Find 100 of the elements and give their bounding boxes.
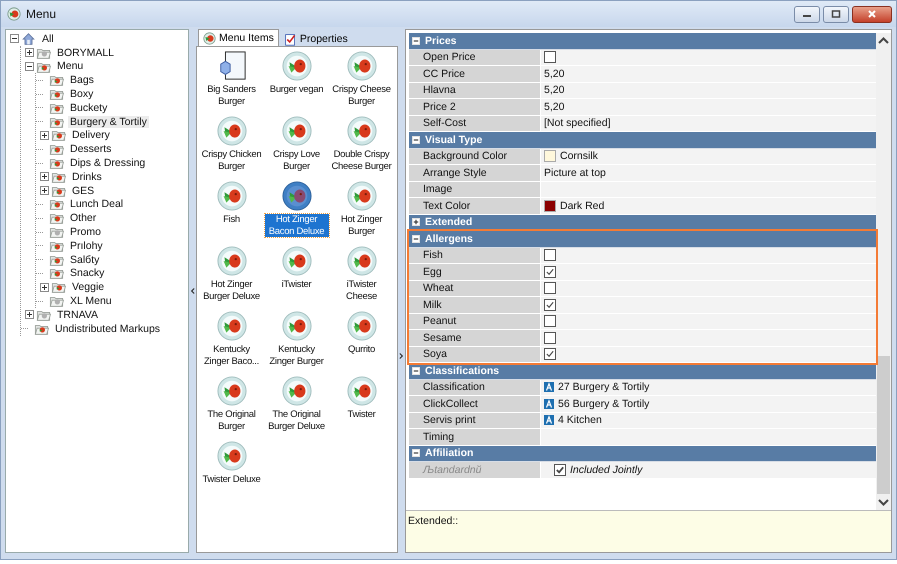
property-name: Open Price xyxy=(409,50,540,65)
tree-item[interactable]: Buckety xyxy=(68,102,110,114)
menu-item-label[interactable]: Twister xyxy=(346,409,376,420)
menu-item-label[interactable]: Twister Deluxe xyxy=(201,474,262,486)
checkbox[interactable] xyxy=(544,315,556,328)
tree-item[interactable]: All xyxy=(40,32,56,45)
food-plate-icon xyxy=(282,51,312,81)
category-header[interactable]: Prices xyxy=(409,33,876,50)
tree-item[interactable]: Menu xyxy=(55,60,86,72)
checkbox[interactable] xyxy=(544,332,556,344)
property-name: Arrange Style xyxy=(409,165,540,180)
expand-toggle-icon[interactable] xyxy=(40,282,49,292)
folder-icon xyxy=(49,294,64,308)
letter-a-icon xyxy=(544,398,554,409)
expand-toggle-icon[interactable] xyxy=(40,186,49,196)
folder-icon xyxy=(51,280,66,294)
tree-item[interactable]: Promo xyxy=(68,226,103,238)
tree-item[interactable]: Dips & Dressing xyxy=(68,157,148,170)
menu-item-label[interactable]: Crispy Cheese Burger xyxy=(330,84,394,107)
checkbox[interactable] xyxy=(544,51,556,64)
plate-icon xyxy=(203,32,216,44)
expand-toggle-icon[interactable] xyxy=(40,130,49,140)
tree-item[interactable]: XL Menu xyxy=(68,295,114,308)
tree-item[interactable]: Prılohy xyxy=(68,240,105,252)
tree-item[interactable]: Burgery & Tortily xyxy=(68,116,149,128)
tree-item[interactable]: Snacky xyxy=(68,267,106,280)
property-value[interactable]: 4 Kitchen xyxy=(558,414,602,426)
menu-item-label[interactable]: Burger vegan xyxy=(268,84,324,96)
tab[interactable]: Properties xyxy=(278,31,353,46)
food-plate-icon xyxy=(216,116,246,146)
menu-item-label[interactable]: The Original Burger xyxy=(200,409,264,432)
checkbox[interactable] xyxy=(544,348,556,360)
food-plate-icon xyxy=(282,376,312,406)
food-plate-icon xyxy=(216,441,246,471)
menu-item-label[interactable]: Hot Zinger Bacon Deluxe xyxy=(264,214,328,237)
tree-item[interactable]: Undistributed Markups xyxy=(53,322,162,335)
checkbox[interactable] xyxy=(544,282,556,294)
tree-item[interactable]: Boxy xyxy=(68,88,96,100)
property-value[interactable]: 5,20 xyxy=(544,68,564,80)
menu-item-label[interactable]: Kentucky Zinger Burger xyxy=(264,344,328,367)
tree-item[interactable]: Veggie xyxy=(70,281,106,294)
scrollbar[interactable] xyxy=(876,33,891,510)
tree-item[interactable]: Bags xyxy=(68,74,96,86)
menu-item-label[interactable]: Double Crispy Cheese Burger xyxy=(330,149,394,172)
property-value[interactable]: [Not specified] xyxy=(544,117,611,130)
property-name: CC Price xyxy=(409,66,540,82)
property-value[interactable]: Dark Red xyxy=(560,200,604,212)
folder-icon xyxy=(49,142,64,156)
checkbox[interactable] xyxy=(544,266,556,278)
menu-item-label[interactable]: Kentucky Zinger Baco... xyxy=(200,344,264,367)
property-name: Text Color xyxy=(409,198,540,214)
menu-item-label[interactable]: Fish xyxy=(222,214,241,226)
property-value[interactable]: 5,20 xyxy=(544,100,564,113)
maximize-button[interactable] xyxy=(823,6,849,22)
food-plate-icon xyxy=(346,116,376,146)
folder-icon xyxy=(49,73,64,88)
category-title: Allergens xyxy=(425,232,473,245)
tab[interactable]: Menu Items xyxy=(198,29,279,46)
menu-item-label[interactable]: Qurrito xyxy=(347,344,376,356)
menu-item-label[interactable]: Hot Zinger Burger Deluxe xyxy=(200,279,264,302)
checkbox[interactable] xyxy=(544,298,556,311)
property-value[interactable]: Cornsilk xyxy=(560,150,598,162)
tree-item[interactable]: Salбty xyxy=(68,254,102,266)
tree-item[interactable]: Other xyxy=(68,212,98,224)
folder-icon xyxy=(49,225,64,240)
food-plate-icon xyxy=(346,181,376,211)
food-plate-icon xyxy=(282,181,312,211)
letter-a-icon xyxy=(544,415,554,426)
expand-toggle-icon[interactable] xyxy=(25,48,34,58)
close-button[interactable] xyxy=(852,6,892,22)
expand-toggle-icon[interactable] xyxy=(25,310,34,320)
property-value[interactable]: 5,20 xyxy=(544,84,564,96)
category-header[interactable]: Affiliation xyxy=(409,446,876,462)
checkbox[interactable] xyxy=(544,249,556,262)
menu-item-label[interactable]: iTwister xyxy=(280,279,312,290)
menu-item-label[interactable]: Hot Zinger Burger xyxy=(330,214,394,237)
menu-item-label[interactable]: Big Sanders Burger xyxy=(200,84,264,107)
property-value[interactable]: Picture at top xyxy=(544,166,606,179)
scroll-thumb[interactable] xyxy=(877,356,890,494)
property-name: ClickCollect xyxy=(409,396,540,412)
tree-item[interactable]: GES xyxy=(70,184,96,197)
property-name: Milk xyxy=(409,297,540,312)
menu-item-label[interactable]: The Original Burger Deluxe xyxy=(264,409,328,432)
category-header[interactable]: Allergens xyxy=(409,231,876,248)
tree-item[interactable]: Drinks xyxy=(70,170,104,183)
category-header[interactable]: Visual Type xyxy=(409,132,876,148)
tree-item[interactable]: TRNAVA xyxy=(55,308,100,321)
tree-item[interactable]: Desserts xyxy=(68,143,114,156)
collapse-toggle-icon[interactable] xyxy=(25,62,34,71)
expand-toggle-icon[interactable] xyxy=(40,172,49,182)
menu-item-label[interactable]: Crispy Love Burger xyxy=(264,149,328,172)
menu-item-label[interactable]: iTwister Cheese xyxy=(330,279,394,302)
tree-item[interactable]: Lunch Deal xyxy=(68,198,126,210)
property-name: Soya xyxy=(409,346,540,362)
menu-item-label[interactable]: Crispy Chicken Burger xyxy=(200,149,264,172)
collapse-toggle-icon[interactable] xyxy=(10,34,19,44)
minimize-button[interactable] xyxy=(794,6,820,22)
tree-item[interactable]: BORYMALL xyxy=(55,46,116,59)
food-plate-icon xyxy=(282,246,312,276)
tree-item[interactable]: Delivery xyxy=(70,129,112,142)
